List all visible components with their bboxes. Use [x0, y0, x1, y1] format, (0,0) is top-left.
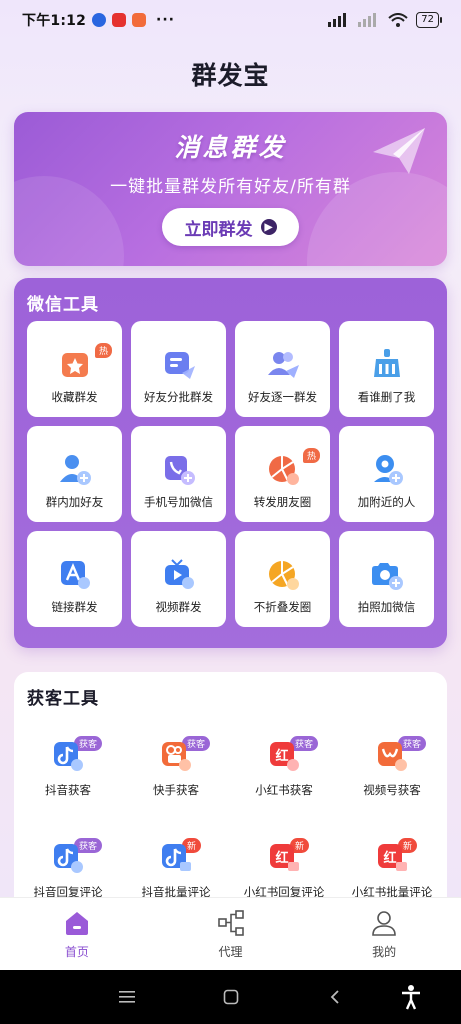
- tool-xiaohongshu-acquire[interactable]: 获客 红 小红书获客: [230, 732, 338, 834]
- link-a-icon: [60, 561, 90, 589]
- back-icon[interactable]: [322, 984, 348, 1010]
- tool-label: 快手获客: [153, 783, 199, 797]
- hero-banner: 消息群发 一键批量群发所有好友/所有群 立即群发 ▶: [14, 112, 447, 266]
- aperture-icon: [268, 561, 299, 590]
- batch-send-icon: [164, 352, 195, 379]
- hot-badge: 热: [94, 343, 112, 358]
- signal-icon: [328, 13, 347, 27]
- tool-forward-moments[interactable]: 热 转发朋友圈: [235, 426, 330, 522]
- tool-favorite-broadcast[interactable]: 热 收藏群发: [27, 321, 122, 417]
- signal-weak-icon: [358, 13, 377, 27]
- tool-photo-add-wechat[interactable]: 拍照加微信: [339, 531, 434, 627]
- page-title: 群发宝: [191, 61, 270, 90]
- moments-forward-icon: [268, 456, 299, 485]
- start-broadcast-button[interactable]: 立即群发 ▶: [162, 208, 299, 246]
- start-broadcast-label: 立即群发: [184, 219, 253, 239]
- hero-title: 消息群发: [174, 133, 287, 162]
- wechat-tools-grid: 热 收藏群发 好友分批群发 好友逐一群发 看谁删了我 群内加好友 手机号加微信 …: [27, 321, 434, 627]
- douyin-icon: [54, 742, 83, 771]
- xhs-reply-icon: 红: [270, 844, 299, 871]
- tool-label: 小红书获客: [255, 783, 313, 797]
- home-square-icon[interactable]: [218, 984, 244, 1010]
- douyin-batch-icon: [162, 844, 191, 871]
- arrow-right-icon: ▶: [260, 219, 277, 235]
- tool-kuaishou-acquire[interactable]: 获客 快手获客: [122, 732, 230, 834]
- wifi-icon: [388, 13, 408, 27]
- tab-label: 我的: [372, 944, 397, 959]
- add-user-icon: [59, 455, 91, 485]
- xhs-batch-icon: 红: [378, 844, 407, 871]
- tool-video-broadcast[interactable]: 视频群发: [131, 531, 226, 627]
- svg-text:红: 红: [275, 748, 288, 764]
- broom-icon: [373, 349, 400, 377]
- system-nav-bar: [0, 970, 461, 1024]
- tab-home[interactable]: 首页: [0, 898, 154, 970]
- phone-add-icon: [164, 456, 195, 485]
- section-title: 微信工具: [27, 295, 99, 315]
- kuaishou-icon: [162, 742, 191, 771]
- tab-label: 首页: [64, 944, 89, 959]
- tool-one-by-one-broadcast[interactable]: 好友逐一群发: [235, 321, 330, 417]
- tool-label: 好友逐一群发: [248, 390, 317, 404]
- tool-phone-add-wechat[interactable]: 手机号加微信: [131, 426, 226, 522]
- tab-agent[interactable]: 代理: [154, 898, 308, 970]
- battery-icon: 72: [416, 12, 442, 28]
- status-time: 下午1:12: [22, 13, 87, 29]
- network-icon: [217, 909, 244, 936]
- tool-label: 视频号获客: [363, 783, 421, 797]
- tool-label: 手机号加微信: [144, 495, 213, 509]
- tool-no-fold-moments[interactable]: 不折叠发圈: [235, 531, 330, 627]
- tool-label: 群内加好友: [45, 495, 104, 509]
- profile-icon: [372, 910, 396, 936]
- video-play-icon: [164, 559, 194, 589]
- notification-app-icon: [112, 13, 127, 27]
- tool-group-add-friends[interactable]: 群内加好友: [27, 426, 122, 522]
- more-notifications-icon: ···: [156, 12, 175, 28]
- nearby-user-icon: [373, 455, 403, 485]
- accessibility-icon[interactable]: [398, 984, 424, 1010]
- tool-label: 转发朋友圈: [253, 495, 312, 509]
- acquire-tools-panel: 获客工具 获客 抖音获客 获客 快手获客 获客 红 小红书获客 获客 视频号获客…: [14, 672, 447, 932]
- tool-batch-broadcast[interactable]: 好友分批群发: [131, 321, 226, 417]
- douyin-reply-icon: [54, 844, 83, 873]
- svg-text:红: 红: [383, 850, 396, 866]
- notification-app-icon: [92, 13, 107, 27]
- tool-channels-acquire[interactable]: 获客 视频号获客: [338, 732, 446, 834]
- camera-add-icon: [371, 563, 403, 590]
- notification-app-icon: [132, 13, 147, 27]
- hero-subtitle: 一键批量群发所有好友/所有群: [110, 177, 351, 197]
- tool-label: 不折叠发圈: [253, 600, 312, 614]
- tab-profile[interactable]: 我的: [307, 898, 461, 970]
- tool-who-deleted-me[interactable]: 看谁删了我: [339, 321, 434, 417]
- tool-label: 收藏群发: [51, 390, 98, 404]
- tool-label: 抖音获客: [45, 783, 91, 797]
- tool-label: 拍照加微信: [357, 600, 416, 614]
- tool-label: 链接群发: [51, 600, 98, 614]
- tool-label: 好友分批群发: [144, 390, 213, 404]
- section-title: 获客工具: [27, 689, 99, 709]
- tool-label: 视频群发: [155, 600, 202, 614]
- star-bag-icon: [61, 353, 88, 377]
- tool-label: 看谁删了我: [357, 390, 416, 404]
- svg-text:红: 红: [275, 850, 288, 866]
- status-bar: 下午1:12 ··· 72: [0, 0, 461, 40]
- tool-label: 加附近的人: [357, 495, 416, 509]
- menu-icon[interactable]: [114, 984, 140, 1010]
- hot-badge: 热: [302, 448, 320, 463]
- bottom-tab-bar: 首页 代理 我的: [0, 897, 461, 970]
- home-icon: [65, 911, 88, 935]
- tool-add-nearby[interactable]: 加附近的人: [339, 426, 434, 522]
- tool-douyin-acquire[interactable]: 获客 抖音获客: [14, 732, 122, 834]
- tool-link-broadcast[interactable]: 链接群发: [27, 531, 122, 627]
- tab-label: 代理: [218, 944, 243, 959]
- users-send-icon: [267, 352, 299, 378]
- channels-icon: [378, 742, 407, 771]
- xiaohongshu-icon: 红: [270, 742, 299, 771]
- wechat-tools-panel: 微信工具 热 收藏群发 好友分批群发 好友逐一群发 看谁删了我 群内加好友 手机…: [14, 278, 447, 648]
